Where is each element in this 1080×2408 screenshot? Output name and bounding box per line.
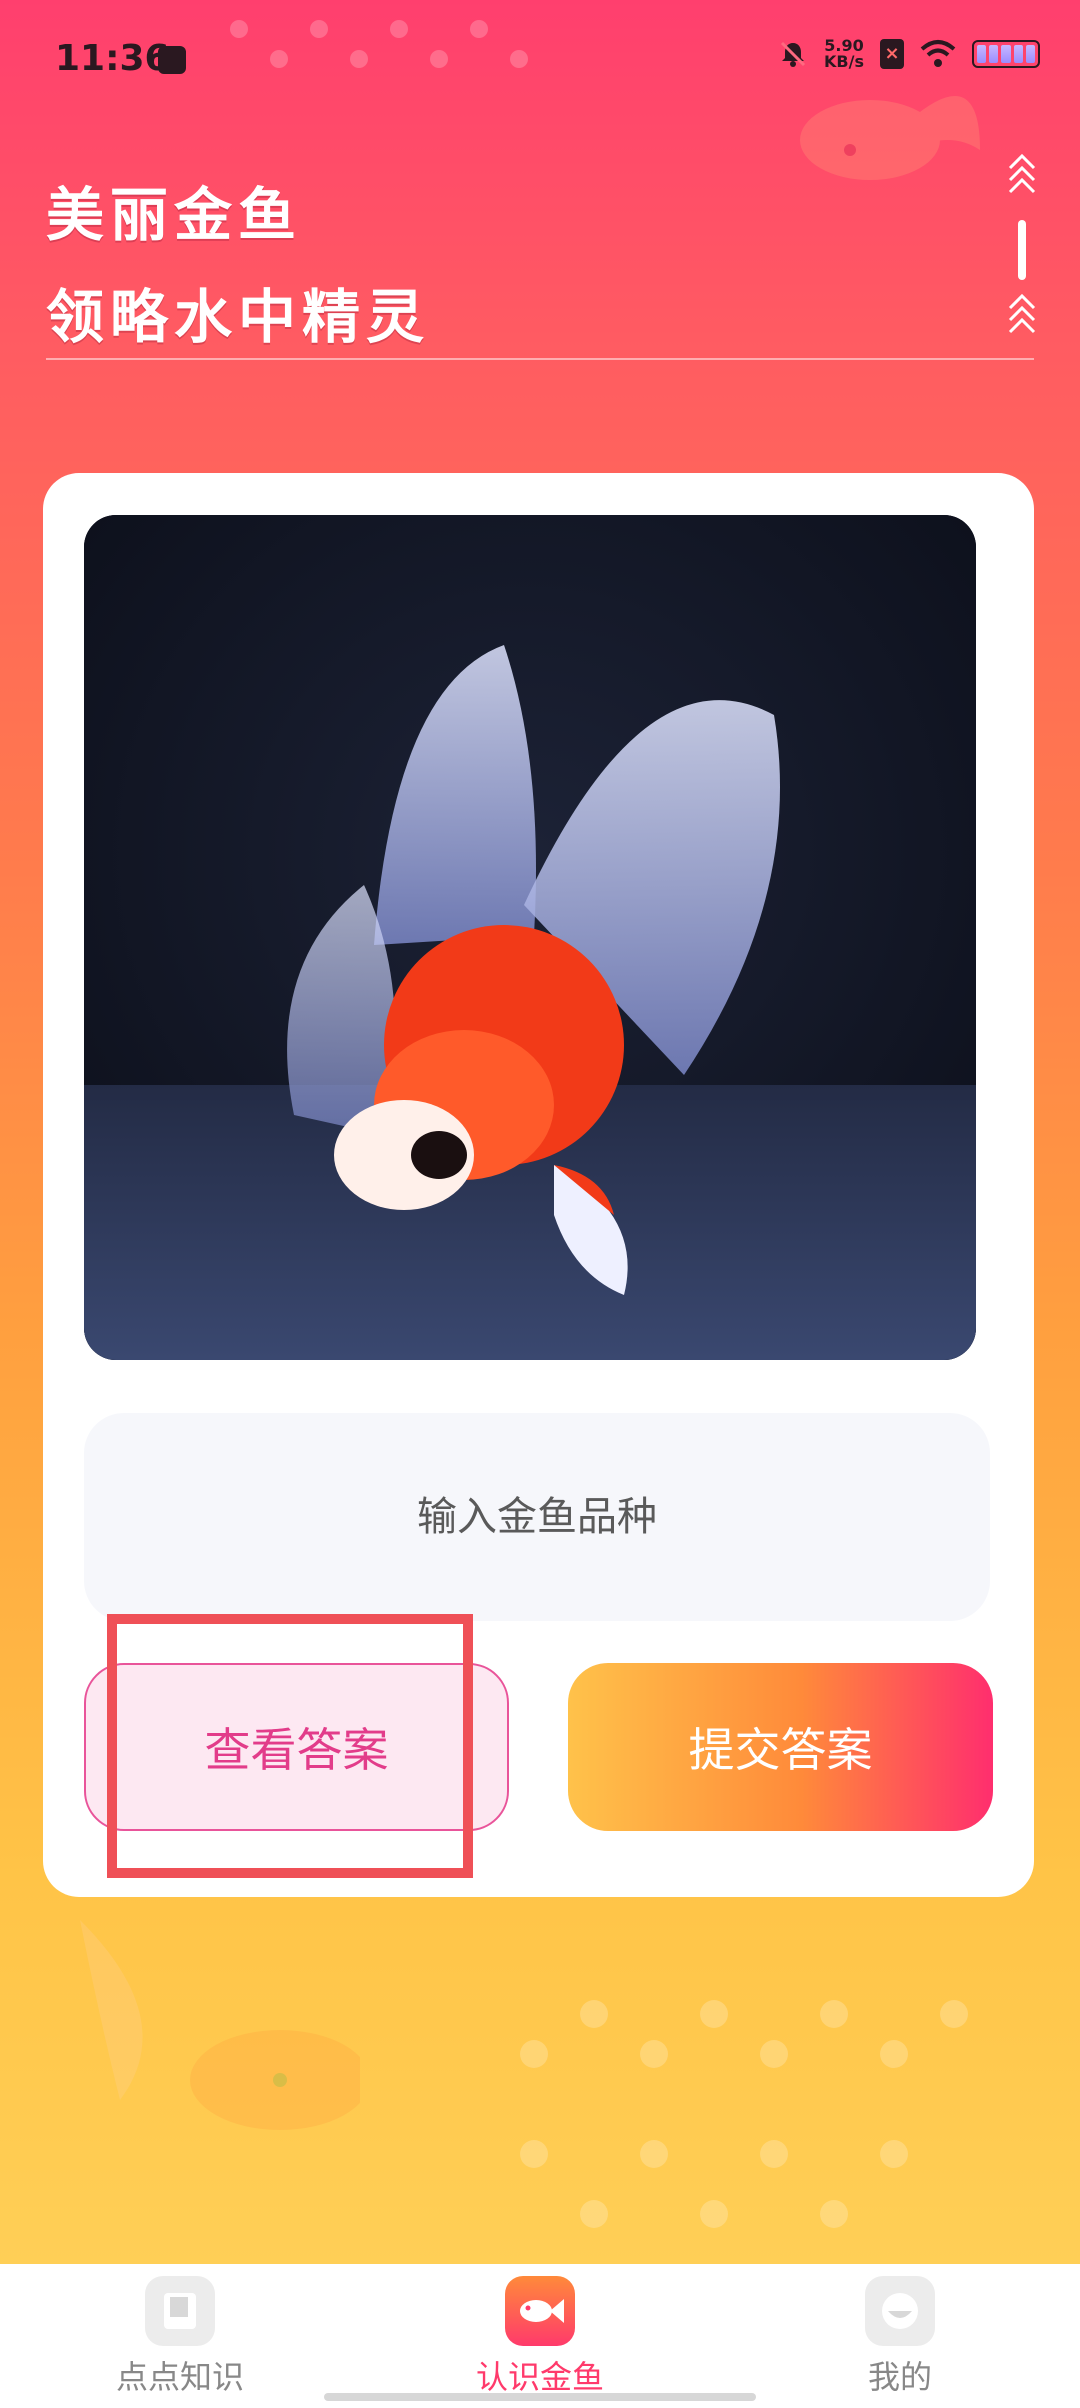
network-speed: 5.90 KB/s xyxy=(824,38,864,70)
submit-answer-button[interactable]: 提交答案 xyxy=(568,1663,993,1831)
background-dots-bottom xyxy=(520,1980,1060,2240)
header-title-line2: 领略水中精灵 xyxy=(46,283,431,351)
header-title-line1: 美丽金鱼 xyxy=(46,181,303,249)
status-time: 11:36 xyxy=(55,38,170,79)
view-answer-label: 查看答案 xyxy=(204,1723,389,1777)
scroll-arrows-icon xyxy=(1008,153,1036,334)
bell-muted-icon xyxy=(780,41,806,67)
home-indicator[interactable] xyxy=(324,2393,756,2401)
breed-input[interactable] xyxy=(84,1413,990,1621)
status-bar: 11:36 5.90 KB/s × xyxy=(0,0,1080,120)
profile-icon xyxy=(865,2276,935,2346)
fish-icon xyxy=(505,2276,575,2346)
quiz-card: 查看答案 提交答案 xyxy=(43,473,1034,1897)
bottom-nav: 点点知识 认识金鱼 我的 xyxy=(0,2264,1080,2408)
nav-label-goldfish: 认识金鱼 xyxy=(475,2358,604,2396)
page-header: 美丽金鱼 领略水中精灵 xyxy=(46,168,430,354)
battery-icon xyxy=(972,40,1040,68)
network-speed-unit: KB/s xyxy=(824,52,864,71)
nav-label-knowledge: 点点知识 xyxy=(115,2358,244,2396)
wifi-icon xyxy=(920,40,956,67)
app-notification-icon xyxy=(158,46,186,74)
book-icon xyxy=(145,2276,215,2346)
submit-answer-label: 提交答案 xyxy=(688,1723,873,1777)
view-answer-button[interactable]: 查看答案 xyxy=(84,1663,509,1831)
goldfish-photo xyxy=(84,515,976,1360)
header-divider xyxy=(46,358,1034,360)
nav-label-profile: 我的 xyxy=(867,2358,932,2396)
sim-icon: × xyxy=(880,39,904,69)
goldfish-decoration-bottom-icon xyxy=(80,1920,360,2130)
nav-item-knowledge[interactable]: 点点知识 xyxy=(60,2276,300,2398)
goldfish-illustration xyxy=(84,515,976,1360)
nav-item-profile[interactable]: 我的 xyxy=(780,2276,1020,2398)
nav-item-goldfish[interactable]: 认识金鱼 xyxy=(420,2276,660,2398)
